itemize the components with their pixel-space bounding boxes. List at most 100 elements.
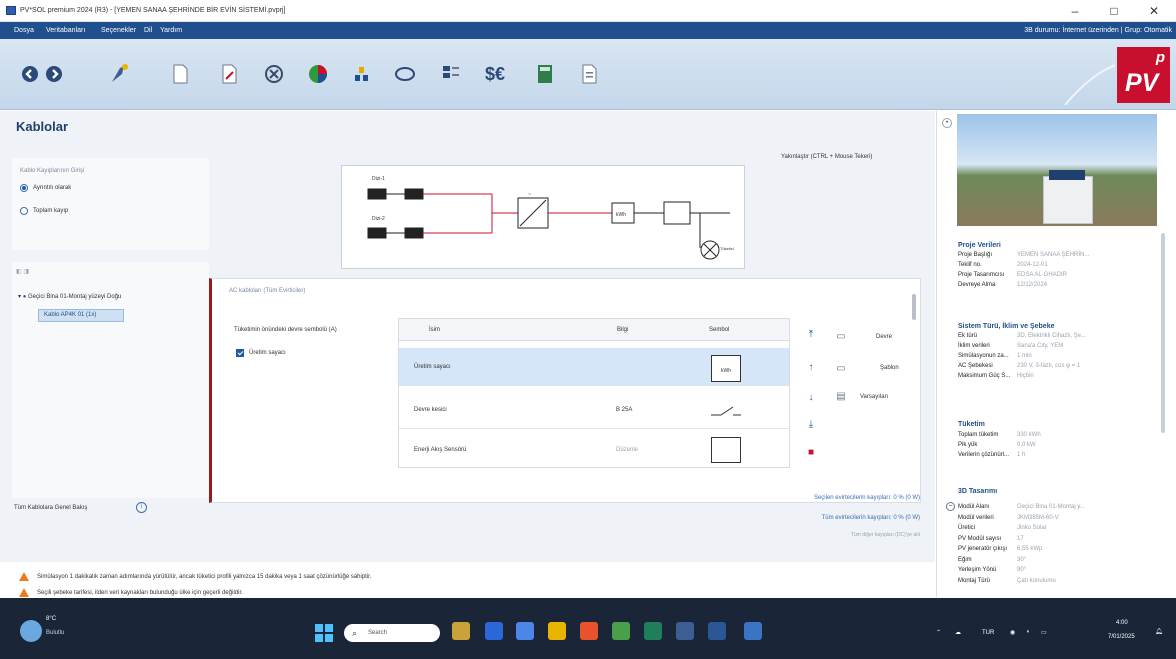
col-name: İsim [429,327,440,333]
collapse-3d-icon[interactable]: − [946,502,955,511]
module-area-key: Modül Alanı [958,504,990,510]
string-2-label: Dizi-2 [372,216,385,222]
3d-preview-image[interactable] [957,114,1157,226]
edit-icon[interactable] [217,62,241,86]
back-icon[interactable] [18,62,42,86]
ac-panel-scrollbar[interactable] [912,294,916,320]
logo-superscript: p [1155,49,1165,66]
financial-icon[interactable]: $€ [485,62,519,86]
sidebar-scrollbar[interactable] [1161,233,1165,433]
table-row[interactable]: Devre kesici B 25A [399,391,789,429]
compass-icon[interactable] [262,62,286,86]
forward-icon[interactable] [42,62,66,86]
menu-language[interactable]: Dil [144,27,152,34]
generator-output-value: 6,55 kWp [1017,546,1043,552]
ac-grid-key: AC Şebekesi [958,363,993,369]
device-button[interactable]: Devre [876,334,892,340]
project-title-value: YEMEN SANAA ŞEHRİN... [1017,252,1090,258]
module-count-key: PV Modül sayısı [958,536,1002,542]
menu-file[interactable]: Dosya [14,27,34,34]
taskbar-app-icon[interactable] [644,622,662,640]
production-meter-checkbox[interactable] [236,349,244,357]
orientation-key: Yerleşim Yönü [958,567,997,573]
app-icon [6,6,16,15]
row-info: Düzenle [616,447,639,453]
grid-header: İsim Bilgi Sembol [399,319,789,341]
3d-design-icon[interactable] [306,62,330,86]
info-icon[interactable]: i [136,502,147,513]
tilt-value: 30° [1017,557,1027,563]
pvsol-taskbar-icon[interactable] [744,622,762,640]
menu-databases[interactable]: Veritabanları [46,27,85,34]
network-icon[interactable]: ◉ [1010,629,1015,636]
detailed-radio[interactable] [20,184,28,192]
windows-start-icon[interactable] [315,624,333,642]
pvsol-logo: p PV [1117,47,1170,103]
volume-icon[interactable]: ◖ [1026,629,1030,635]
modules-icon[interactable] [350,62,374,86]
ring-icon[interactable] [393,62,417,86]
delete-icon[interactable]: ■ [806,448,816,458]
move-down-icon[interactable]: ↓ [806,393,816,403]
tree-toolbar-icons[interactable]: ◧ ◨ [16,268,29,275]
taskbar-app-icon[interactable] [516,622,534,640]
alert-text-1: Simülasyon 1 dakikalık zaman adımlarında… [37,574,372,580]
language-indicator[interactable]: TUR [982,630,994,636]
notification-icon[interactable]: 🔔︎ [1155,628,1163,635]
device-icon: ▭ [836,331,846,342]
max-power-value: Hiçbiri [1017,373,1034,379]
report-icon[interactable] [577,62,601,86]
data-resolution-value: 1 h [1017,452,1026,458]
warning-icon [19,588,29,597]
climate-value: Sana'a City, YEM [1017,343,1064,349]
calculator-icon[interactable] [533,62,557,86]
page-title: Kablolar [16,119,69,134]
taskbar-app-icon[interactable] [676,622,694,640]
move-top-icon[interactable]: ⤒ [806,330,816,340]
onedrive-icon[interactable]: ☁ [955,629,961,636]
move-up-icon[interactable]: ↑ [806,363,816,373]
weather-icon[interactable] [20,620,42,642]
all-inverter-losses: Tüm evirtecilerin kayıpları: 0 % (0 W) [821,515,920,521]
menu-help[interactable]: Yardım [160,27,182,34]
table-icon[interactable] [439,62,463,86]
clock-time[interactable]: 4:00 [1116,620,1128,626]
table-row[interactable]: Enerji Akış Sensörü Düzenle [399,431,789,469]
weather-desc: Bulutlu [46,630,65,636]
section-project: Proje Verileri [958,242,1001,249]
file-explorer-icon[interactable] [548,622,566,640]
total-loss-radio[interactable] [20,207,28,215]
tray-overflow-icon[interactable]: ⌃ [936,629,941,636]
menu-options[interactable]: Seçenekler [101,27,136,34]
move-bottom-icon[interactable]: ⤓ [806,420,816,430]
orientation-value: 90° [1017,567,1027,573]
taskbar-app-icon[interactable] [580,622,598,640]
row-info: B 25A [616,407,633,413]
page-icon[interactable] [168,62,192,86]
project-icon[interactable] [108,62,132,86]
battery-icon[interactable]: ▭ [1041,629,1047,636]
tree-root-label: Geçici Bina 01-Montaj yüzeyi Doğu [27,294,122,300]
collapse-icon[interactable]: • [942,118,952,128]
generator-output-key: PV jeneratör çıkışı [958,546,1008,552]
chrome-icon[interactable] [612,622,630,640]
all-cables-overview[interactable]: Tüm Kablolara Genel Bakış [14,505,87,511]
taskbar-app-icon[interactable] [452,622,470,640]
section-system: Sistem Türü, İklim ve Şebeke [958,323,1055,330]
default-button[interactable]: Varsayılan [860,394,888,400]
circuit-diagram[interactable]: Dizi-1 Dizi-2 ~ kWh Tüketici [341,165,745,269]
energy-sensor-icon [711,437,741,463]
minimize-button[interactable]: – [1060,3,1090,19]
diagram-meter-label: kWh [616,212,626,218]
clock-date[interactable]: 7/01/2025 [1108,634,1135,640]
taskbar-search[interactable]: ⌕ Search [344,624,440,642]
word-icon[interactable] [708,622,726,640]
tree-root-item[interactable]: ▾ ● Geçici Bina 01-Montaj yüzeyi Doğu [18,293,121,300]
template-button[interactable]: Şablon [880,365,899,371]
close-button[interactable]: ✕ [1139,3,1169,19]
table-row[interactable]: Üretim sayacı kWh [399,348,789,386]
climate-key: İklim verileri [958,343,990,349]
taskbar-app-icon[interactable] [485,622,503,640]
meter-symbol-label: Tüketimin önündeki devre sembolü (A) [234,327,337,333]
maximize-button[interactable]: □ [1099,3,1129,19]
